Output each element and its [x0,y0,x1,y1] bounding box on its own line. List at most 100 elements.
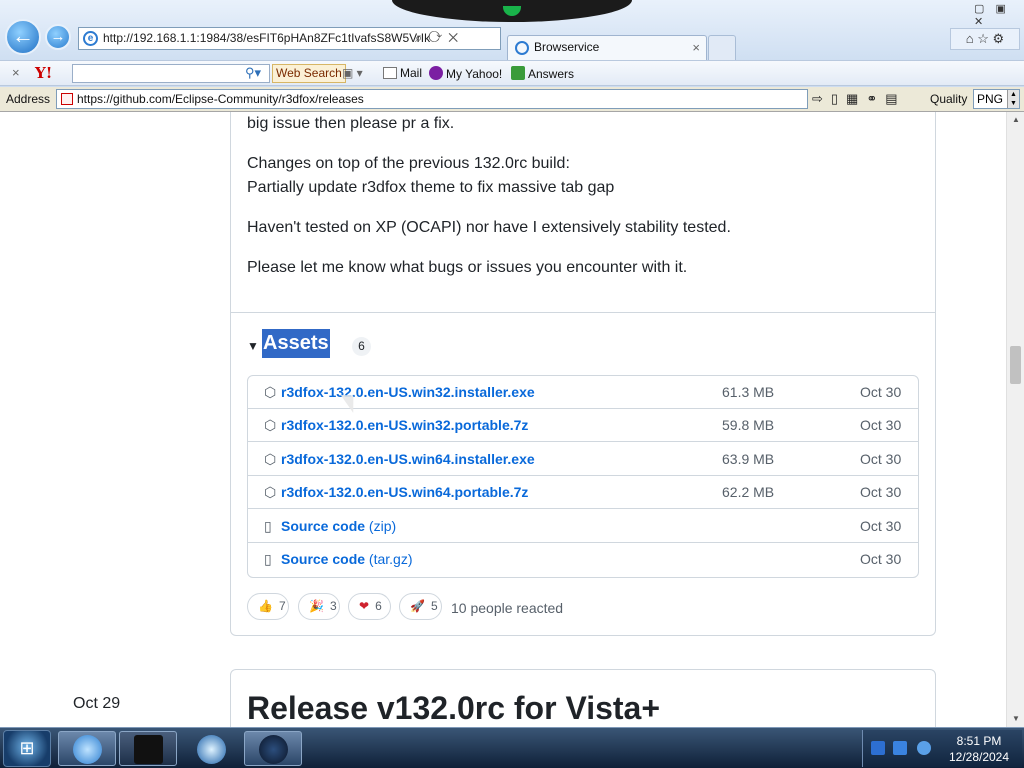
tab-close-icon[interactable]: × [692,36,700,59]
asset-row[interactable]: ▯ Source code (tar.gz) Oct 30 [248,543,918,576]
my-yahoo-icon [429,66,443,80]
asset-row[interactable]: ⬡ r3dfox-132.0.en-US.win64.installer.exe… [248,443,918,476]
assets-heading[interactable]: Assets [262,329,330,358]
answers-icon [511,66,525,80]
asset-link[interactable]: r3dfox-132.0.en-US.win64.installer.exe [281,451,535,467]
network-icon[interactable] [893,741,907,755]
media-player-icon [197,735,226,764]
scroll-up-icon[interactable]: ▲ [1007,112,1024,128]
taskbar: ⊞ 8:51 PM 12/28/2024 [0,727,1024,768]
asset-row[interactable]: ⬡ r3dfox-132.0.en-US.win64.portable.7z 6… [248,476,918,509]
answers-label: Answers [528,67,575,81]
asset-format: (tar.gz) [368,551,413,567]
ie-page-icon: e [83,31,98,46]
release-note-line-1: big issue then please pr a fix. [247,115,455,132]
tab-browservice[interactable]: Browservice × [507,35,707,60]
asset-date: Oct 30 [860,518,902,534]
release-note-line-4: Please let me know what bugs or issues y… [247,259,688,276]
reaction-heart[interactable]: ❤ 6 [348,593,391,620]
reaction-party[interactable]: 🎉 3 [298,593,340,620]
asset-link[interactable]: Source code (zip) [281,518,396,534]
my-yahoo-label: My Yahoo! [446,67,503,81]
asset-date: Oct 30 [860,484,902,500]
quality-value: PNG [977,92,1004,106]
package-icon: ⬡ [264,384,277,400]
asset-date: Oct 30 [860,417,902,433]
page-icon [61,93,73,105]
heart-icon: ❤ [359,599,370,613]
release-note-line-2a: Changes on top of the previous 132.0rc b… [247,155,570,172]
vertical-scrollbar[interactable]: ▲ ▼ [1006,112,1024,727]
forward-arrow-icon[interactable]: → [45,24,71,50]
asset-link[interactable]: r3dfox-132.0.en-US.win32.portable.7z [281,417,528,433]
asset-size: 59.8 MB [722,417,775,433]
address-row: Address https://github.com/Eclipse-Commu… [0,87,1024,112]
reaction-rocket[interactable]: 🚀 5 [399,593,442,620]
yahoo-logo[interactable]: Y! [35,64,52,82]
ie-icon [73,735,102,764]
assets-count-badge: 6 [352,337,371,356]
clock-time: 8:51 PM [956,734,1002,748]
asset-format: (zip) [368,518,397,534]
search-icon[interactable]: ⚲▾ [245,65,261,81]
spinner-icon[interactable]: ▲ ▼ [1007,90,1019,108]
yahoo-toolbar: × Y! ⚲▾ Web Search ▣ ▾ Mail My Yahoo! An… [0,60,1024,86]
address-input[interactable]: https://github.com/Eclipse-Community/r3d… [56,89,808,109]
ie-tab-icon [515,41,529,55]
mail-label: Mail [400,66,423,80]
release-title[interactable]: Release v132.0rc for Vista+ [247,690,660,727]
mail-link[interactable]: Mail [383,66,422,80]
reaction-count: 6 [375,599,382,613]
party-icon: 🎉 [309,599,324,613]
browser-url-text: http://192.168.1.1:1984/38/esFIT6pHAn8ZF… [103,31,431,45]
reaction-count: 5 [430,599,438,613]
taskbar-ie[interactable] [58,731,116,766]
address-label: Address [6,92,51,106]
release-note-line-3: Haven't tested on XP (OCAPI) nor have I … [247,219,731,236]
asset-link[interactable]: Source code (tar.gz) [281,551,413,567]
clock[interactable]: 8:51 PM 12/28/2024 [939,733,1019,765]
bookmark-dropdown-icon[interactable]: ▣ ▾ [342,66,363,80]
toolbar-close-icon[interactable]: × [12,65,20,80]
reaction-count: 7 [278,599,286,613]
file-zip-icon: ▯ [264,551,272,567]
quality-label: Quality [930,92,968,106]
app-icon [134,735,163,764]
start-button[interactable]: ⊞ [3,730,51,767]
taskbar-media-player[interactable] [182,731,240,766]
back-arrow-icon[interactable]: ← [5,19,41,55]
asset-link[interactable]: r3dfox-132.0.en-US.win64.portable.7z [281,484,528,500]
my-yahoo-link[interactable]: My Yahoo! [429,66,502,81]
page-content: big issue then please pr a fix. Changes … [0,112,1006,727]
taskbar-globe[interactable] [244,731,302,766]
scroll-down-icon[interactable]: ▼ [1007,711,1024,727]
taskbar-app[interactable] [119,731,177,766]
security-icon[interactable] [871,741,885,755]
file-zip-icon: ▯ [264,518,272,534]
reaction-thumbs-up[interactable]: 👍 7 [247,593,289,620]
package-icon: ⬡ [264,484,277,500]
yahoo-search-input[interactable]: ⚲▾ [72,64,270,83]
new-tab-button[interactable] [708,35,736,60]
window-controls[interactable]: ▢ ▣ ✕ [974,2,1024,28]
system-tray: 8:51 PM 12/28/2024 [862,730,1022,767]
asset-row[interactable]: ⬡ r3dfox-132.0.en-US.win32.portable.7z 5… [248,409,918,442]
package-icon: ⬡ [264,451,277,467]
asset-size: 61.3 MB [722,384,775,400]
web-search-button[interactable]: Web Search [272,64,346,83]
asset-size: 62.2 MB [722,484,775,500]
asset-link[interactable]: r3dfox-132.0.en-US.win32.installer.exe [281,384,535,400]
thumbs-up-icon: 👍 [258,599,273,613]
scroll-thumb[interactable] [1010,346,1021,384]
mail-icon [383,67,397,79]
home-favorites-tools-icons[interactable]: ⌂ ☆ ⚙ [950,28,1020,50]
answers-link[interactable]: Answers [511,66,574,81]
assets-toggle-icon[interactable]: ▼ [247,339,259,353]
url-action-icons[interactable]: ⌕⟳✕ [415,30,464,46]
address-toolbar-icons[interactable]: ⇨▯▦⚭▤ [812,91,906,107]
volume-icon[interactable] [917,741,931,755]
asset-row[interactable]: ▯ Source code (zip) Oct 30 [248,510,918,543]
quality-select[interactable]: PNG ▲ ▼ [973,89,1020,109]
browser-chrome: ← → e http://192.168.1.1:1984/38/esFIT6p… [0,0,1024,112]
card-divider [231,312,935,313]
